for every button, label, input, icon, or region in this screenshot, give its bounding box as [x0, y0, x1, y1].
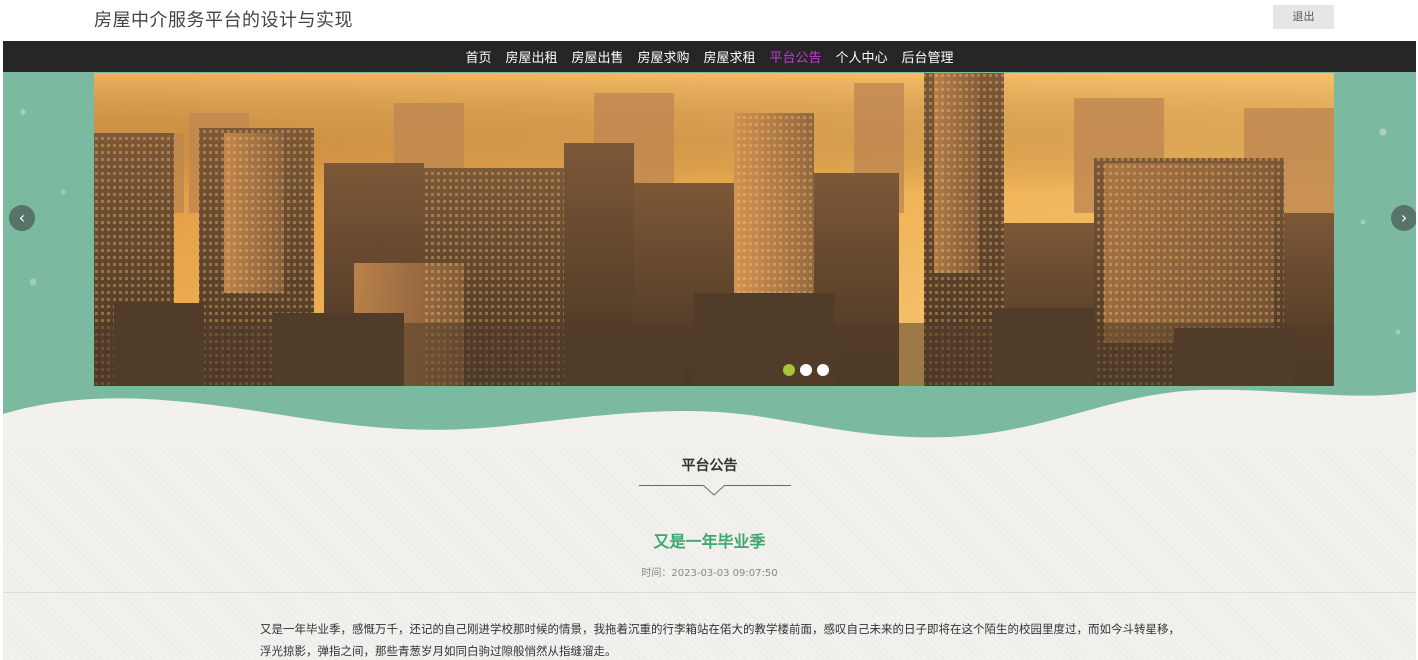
chevron-right-icon: › [1400, 208, 1408, 227]
caret-down-icon [703, 485, 725, 496]
main-nav: 首页 房屋出租 房屋出售 房屋求购 房屋求租 平台公告 个人中心 后台管理 [3, 41, 1416, 72]
nav-item-home[interactable]: 首页 [465, 47, 491, 66]
nav-item-house-wanted-rent[interactable]: 房屋求租 [704, 47, 756, 66]
carousel-prev-button[interactable]: ‹ [9, 205, 35, 231]
site-title: 房屋中介服务平台的设计与实现 [94, 10, 353, 31]
nav-item-house-wanted-buy[interactable]: 房屋求购 [637, 47, 689, 66]
article-timestamp: 时间：2023-03-03 09:07:50 [641, 568, 778, 579]
hero-carousel: ‹ › [3, 72, 1416, 442]
notice-section: 平台公告 又是一年毕业季 时间：2023-03-03 09:07:50 又是一年… [3, 442, 1416, 660]
nav-item-house-rent-out[interactable]: 房屋出租 [505, 47, 557, 66]
wave-divider [3, 389, 1416, 442]
nav-item-admin[interactable]: 后台管理 [902, 47, 954, 66]
nav-item-house-sale[interactable]: 房屋出售 [571, 47, 623, 66]
top-bar: 房屋中介服务平台的设计与实现 退出 [0, 0, 1418, 40]
article-title: 又是一年毕业季 [653, 532, 766, 551]
content-divider [3, 592, 1416, 593]
logout-button[interactable]: 退出 [1273, 5, 1334, 29]
nav-item-announcements[interactable]: 平台公告 [770, 47, 822, 66]
nav-item-personal-center[interactable]: 个人中心 [836, 47, 888, 66]
article-body: 又是一年毕业季，感慨万千，还记的自己刚进学校那时候的情景，我拖着沉重的行李箱站在… [260, 622, 1180, 658]
chevron-left-icon: ‹ [18, 208, 26, 227]
section-title: 平台公告 [681, 458, 738, 474]
carousel-next-button[interactable]: › [1391, 205, 1416, 231]
